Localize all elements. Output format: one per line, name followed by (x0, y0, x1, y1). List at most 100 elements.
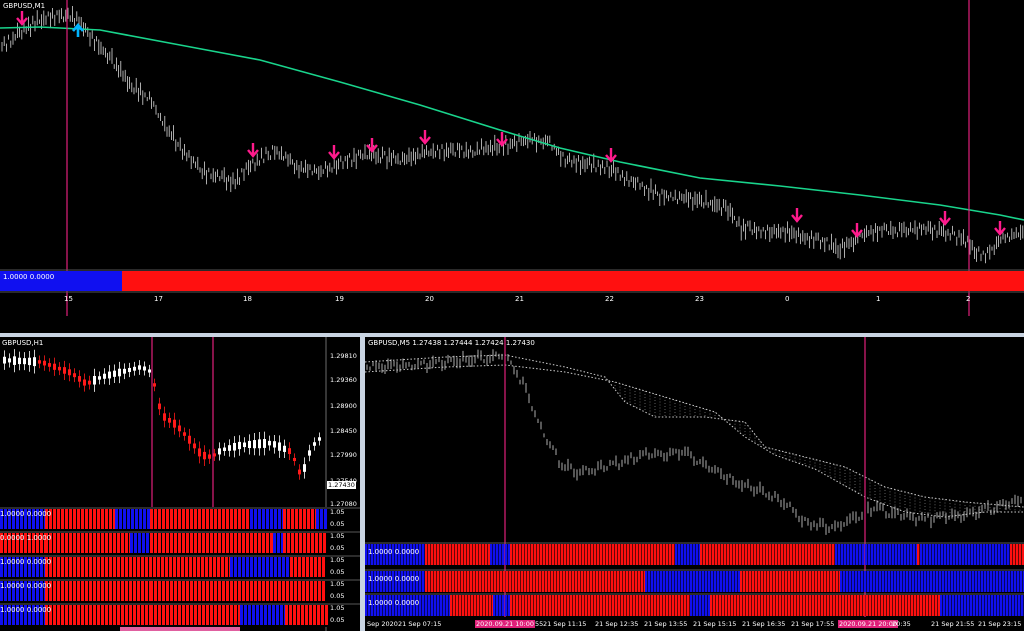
h1-candle-body (123, 368, 126, 374)
m5-indicator-bar (991, 595, 994, 616)
h1-indicator-bar (77, 605, 80, 625)
h1-price-chart[interactable] (0, 337, 360, 631)
h1-indicator-bar (89, 557, 92, 577)
m5-indicator-bar (787, 544, 790, 565)
m5-indicator-bar (845, 595, 848, 616)
h1-indicator-bar (137, 581, 140, 601)
m5-indicator-bar (632, 571, 635, 592)
m5-indicator-bar (603, 544, 606, 565)
m5-price-chart[interactable] (365, 337, 1024, 631)
h1-indicator-bar (268, 605, 271, 625)
h1-indicator-bar (217, 557, 220, 577)
m5-indicator-bar (720, 571, 723, 592)
m5-indicator-bar (705, 595, 708, 616)
m5-indicator-bar (867, 571, 870, 592)
m5-indicator-bar (935, 544, 938, 565)
m5-indicator-bar (827, 571, 830, 592)
m1-price-chart[interactable] (0, 0, 1024, 316)
h1-indicator-bar (198, 533, 201, 553)
m5-indicator-bar (576, 595, 579, 616)
m1-day-label: 15 (64, 295, 73, 303)
m5-indicator-bar (829, 544, 832, 565)
m5-indicator-bar (706, 544, 709, 565)
m5-indicator-bar (878, 595, 881, 616)
m5-indicator-bar (638, 571, 641, 592)
m5-indicator-bar (944, 544, 947, 565)
sell-arrow-icon (419, 130, 431, 145)
h1-indicator-bar (302, 557, 305, 577)
m5-indicator-bar (465, 595, 468, 616)
m5-indicator-bar (794, 571, 797, 592)
m5-indicator-bar (763, 544, 766, 565)
h1-indicator-bar (314, 581, 317, 601)
m5-chart-panel[interactable]: GBPUSD,M5 1.27438 1.27444 1.27424 1.2743… (365, 337, 1024, 631)
m5-indicator-bar (766, 544, 769, 565)
m5-indicator-bar (600, 595, 603, 616)
h1-indicator-bar (234, 557, 237, 577)
m5-indicator-bar (470, 544, 473, 565)
m5-indicator-bar (564, 544, 567, 565)
m5-indicator-bar (827, 595, 830, 616)
m5-indicator-bar (468, 595, 471, 616)
m5-indicator-bar (491, 571, 494, 592)
m1-chart-panel[interactable]: GBPUSD,M1 1.0000 0.0000 15 17 18 19 20 21 22 23… (0, 0, 1024, 316)
h1-indicator-bar (258, 533, 261, 553)
m5-indicator-label: 1.0000 0.0000 (368, 599, 420, 607)
h1-indicator-bar (226, 533, 229, 553)
m5-indicator-bar (877, 544, 880, 565)
m5-indicator-bar (861, 571, 864, 592)
h1-indicator-label: 1.0000 0.0000 (0, 510, 52, 518)
m5-indicator-bar (815, 571, 818, 592)
m5-indicator-bar (815, 595, 818, 616)
h1-indicator-bar (230, 557, 233, 577)
m5-indicator-bar (645, 571, 648, 592)
m5-indicator-bar (627, 595, 630, 616)
m5-indicator-bar (552, 544, 555, 565)
h1-indicator-bar (101, 509, 104, 529)
m5-indicator-bar (751, 544, 754, 565)
m5-indicator-bar (799, 544, 802, 565)
h1-indicator-bar (158, 533, 161, 553)
h1-indicator-bar (125, 605, 128, 625)
h1-indicator-bar (133, 581, 136, 601)
m5-indicator-bar (996, 571, 999, 592)
m5-indicator-bar (917, 544, 920, 565)
m5-indicator-bar (531, 595, 534, 616)
h1-indicator-bar (294, 581, 297, 601)
h1-candle-body (268, 440, 271, 446)
m5-indicator-bar (972, 571, 975, 592)
m5-indicator-bar (606, 544, 609, 565)
m5-indicator-bar (509, 571, 512, 592)
m5-indicator-bar (499, 595, 502, 616)
h1-chart-panel[interactable]: GBPUSD,H1 1.29810 1.29360 1.28900 1.28450 1.… (0, 337, 360, 631)
h1-indicator-bar (174, 581, 177, 601)
m5-indicator-bar (428, 544, 431, 565)
m5-indicator-bar (847, 544, 850, 565)
m5-indicator-bar (585, 544, 588, 565)
h1-indicator-scale-top: 1.05 (330, 604, 345, 612)
m5-indicator-bar (977, 544, 980, 565)
m5-indicator-bar (557, 571, 560, 592)
m5-indicator-bar (956, 544, 959, 565)
m5-indicator-bar (525, 544, 528, 565)
h1-indicator-bar (294, 557, 297, 577)
m5-indicator-bar (555, 595, 558, 616)
h1-indicator-bar (97, 557, 100, 577)
m5-indicator-bar (966, 571, 969, 592)
m5-indicator-bar (918, 571, 921, 592)
h1-indicator-bar (129, 557, 132, 577)
h1-candle-body (148, 369, 151, 373)
h1-indicator-bar (318, 581, 321, 601)
h1-indicator-bar (248, 605, 251, 625)
m5-indicator-bar (651, 544, 654, 565)
m5-indicator-bar (425, 544, 428, 565)
m5-indicator-bar (678, 544, 681, 565)
h1-indicator-bar (181, 557, 184, 577)
m5-indicator-bar (1021, 595, 1024, 616)
m5-indicator-bar (624, 544, 627, 565)
h1-indicator-bar (145, 581, 148, 601)
h1-indicator-bar (137, 605, 140, 625)
h1-indicator-bar (226, 581, 229, 601)
m5-indicator-bar (993, 571, 996, 592)
h1-indicator-bar (121, 581, 124, 601)
